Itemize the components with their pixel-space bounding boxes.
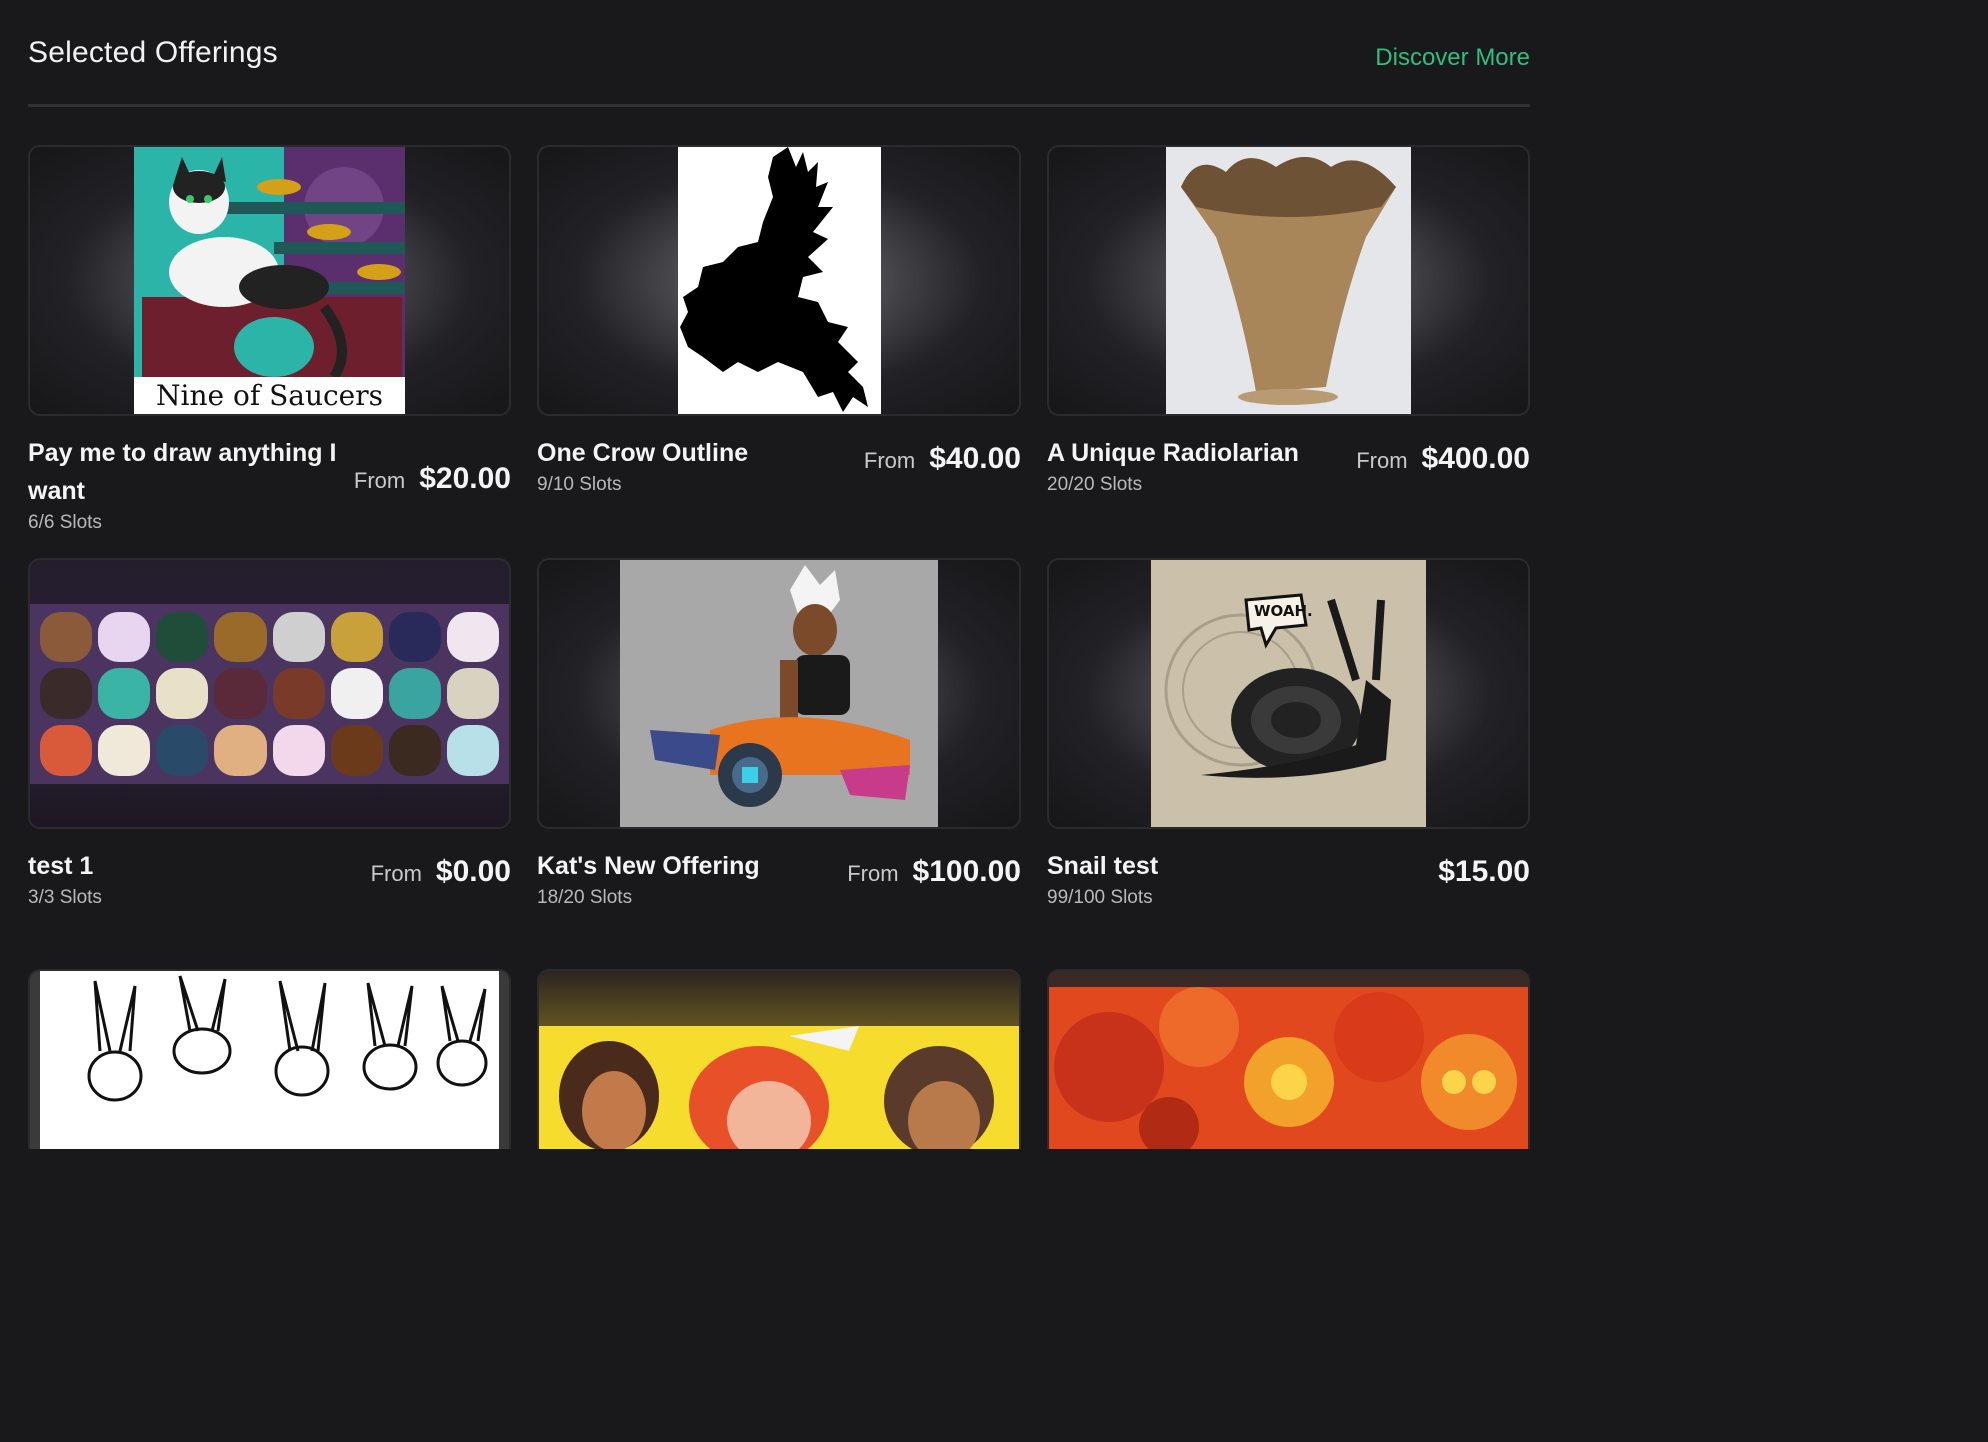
offering-title[interactable]: Pay me to draw anything I want (28, 434, 348, 510)
offering-title[interactable]: One Crow Outline (537, 434, 748, 472)
offering-slots: 18/20 Slots (537, 887, 633, 908)
price-prefix: From (353, 468, 406, 493)
vase-image (1166, 147, 1411, 414)
offering-info: One Crow Outline 9/10 Slots From $40.00 (537, 416, 1021, 558)
discover-more-link[interactable]: Discover More (1375, 44, 1530, 72)
offering-price: $15.00 (1438, 855, 1530, 888)
price-block: From $40.00 (864, 434, 1021, 476)
offering-info: A Unique Radiolarian 20/20 Slots From $4… (1047, 416, 1530, 558)
rabbit-sketch-image (40, 971, 499, 1149)
offering-thumbnail[interactable] (537, 145, 1021, 416)
offering-card[interactable]: Kat's New Offering 18/20 Slots From $100… (537, 558, 1021, 971)
offering-card[interactable] (1047, 969, 1530, 1149)
price-block: $15.00 (1438, 847, 1530, 889)
offerings-grid: Nine of Saucers Pay me to draw anything … (28, 145, 1530, 1149)
offering-info: Pay me to draw anything I want 6/6 Slots… (28, 416, 511, 558)
offering-price: $20.00 (419, 462, 511, 495)
tarot-caption: Nine of Saucers (156, 379, 383, 412)
offering-card[interactable]: WOAH. Snail test 99/100 Slots $15.00 (1047, 558, 1530, 971)
section-title: Selected Offerings (28, 36, 278, 69)
offering-title[interactable]: Kat's New Offering (537, 847, 760, 885)
speech-bubble-text: WOAH. (1254, 602, 1313, 620)
crow-image (677, 147, 881, 414)
price-block: From $100.00 (847, 847, 1021, 889)
offering-info: Kat's New Offering 18/20 Slots From $100… (537, 829, 1021, 971)
offering-card[interactable]: Nine of Saucers Pay me to draw anything … (28, 145, 511, 558)
offering-thumbnail[interactable] (28, 558, 511, 829)
offering-slots: 99/100 Slots (1047, 887, 1153, 908)
offering-thumbnail[interactable]: Nine of Saucers (28, 145, 511, 416)
offering-title[interactable]: Snail test (1047, 847, 1158, 885)
offering-thumbnail[interactable] (1047, 145, 1530, 416)
section-header: Selected Offerings Discover More (28, 0, 1530, 72)
offering-info: Snail test 99/100 Slots $15.00 (1047, 829, 1530, 971)
price-block: From $0.00 (371, 847, 511, 889)
price-block: From $20.00 (354, 434, 511, 496)
header-divider (28, 104, 1530, 107)
offering-price: $0.00 (435, 855, 511, 888)
price-prefix: From (847, 861, 899, 886)
price-prefix: From (1356, 448, 1408, 473)
offering-card[interactable]: One Crow Outline 9/10 Slots From $40.00 (537, 145, 1021, 558)
snail-image: WOAH. (1151, 560, 1426, 827)
offering-price: $40.00 (929, 442, 1021, 475)
cartoon-characters-image (539, 1026, 1019, 1149)
offering-slots: 20/20 Slots (1047, 474, 1143, 495)
offering-slots: 6/6 Slots (28, 512, 102, 533)
offering-card[interactable]: test 1 3/3 Slots From $0.00 (28, 558, 511, 971)
character-image (620, 560, 938, 827)
offering-thumbnail[interactable] (537, 558, 1021, 829)
offering-price: $100.00 (912, 855, 1021, 888)
price-block: From $400.00 (1356, 434, 1530, 476)
cat-tarot-image: Nine of Saucers (134, 147, 405, 414)
offering-card[interactable] (28, 969, 511, 1149)
offering-card[interactable]: A Unique Radiolarian 20/20 Slots From $4… (1047, 145, 1530, 558)
offering-thumbnail[interactable] (537, 969, 1021, 1149)
price-prefix: From (863, 448, 916, 473)
offering-title[interactable]: A Unique Radiolarian (1047, 434, 1299, 472)
offering-slots: 3/3 Slots (28, 887, 102, 908)
offering-thumbnail[interactable] (28, 969, 511, 1149)
offerings-page: Selected Offerings Discover More Nine of… (0, 0, 1568, 1149)
price-prefix: From (370, 861, 422, 886)
offering-slots: 9/10 Slots (537, 474, 622, 495)
offering-price: $400.00 (1421, 442, 1530, 475)
offering-thumbnail[interactable] (1047, 969, 1530, 1149)
offering-card[interactable] (537, 969, 1021, 1149)
offering-info: test 1 3/3 Slots From $0.00 (28, 829, 511, 971)
red-creatures-image (1049, 987, 1528, 1149)
offering-thumbnail[interactable]: WOAH. (1047, 558, 1530, 829)
offering-title[interactable]: test 1 (28, 847, 102, 885)
sprite-sheet-image (30, 603, 509, 784)
